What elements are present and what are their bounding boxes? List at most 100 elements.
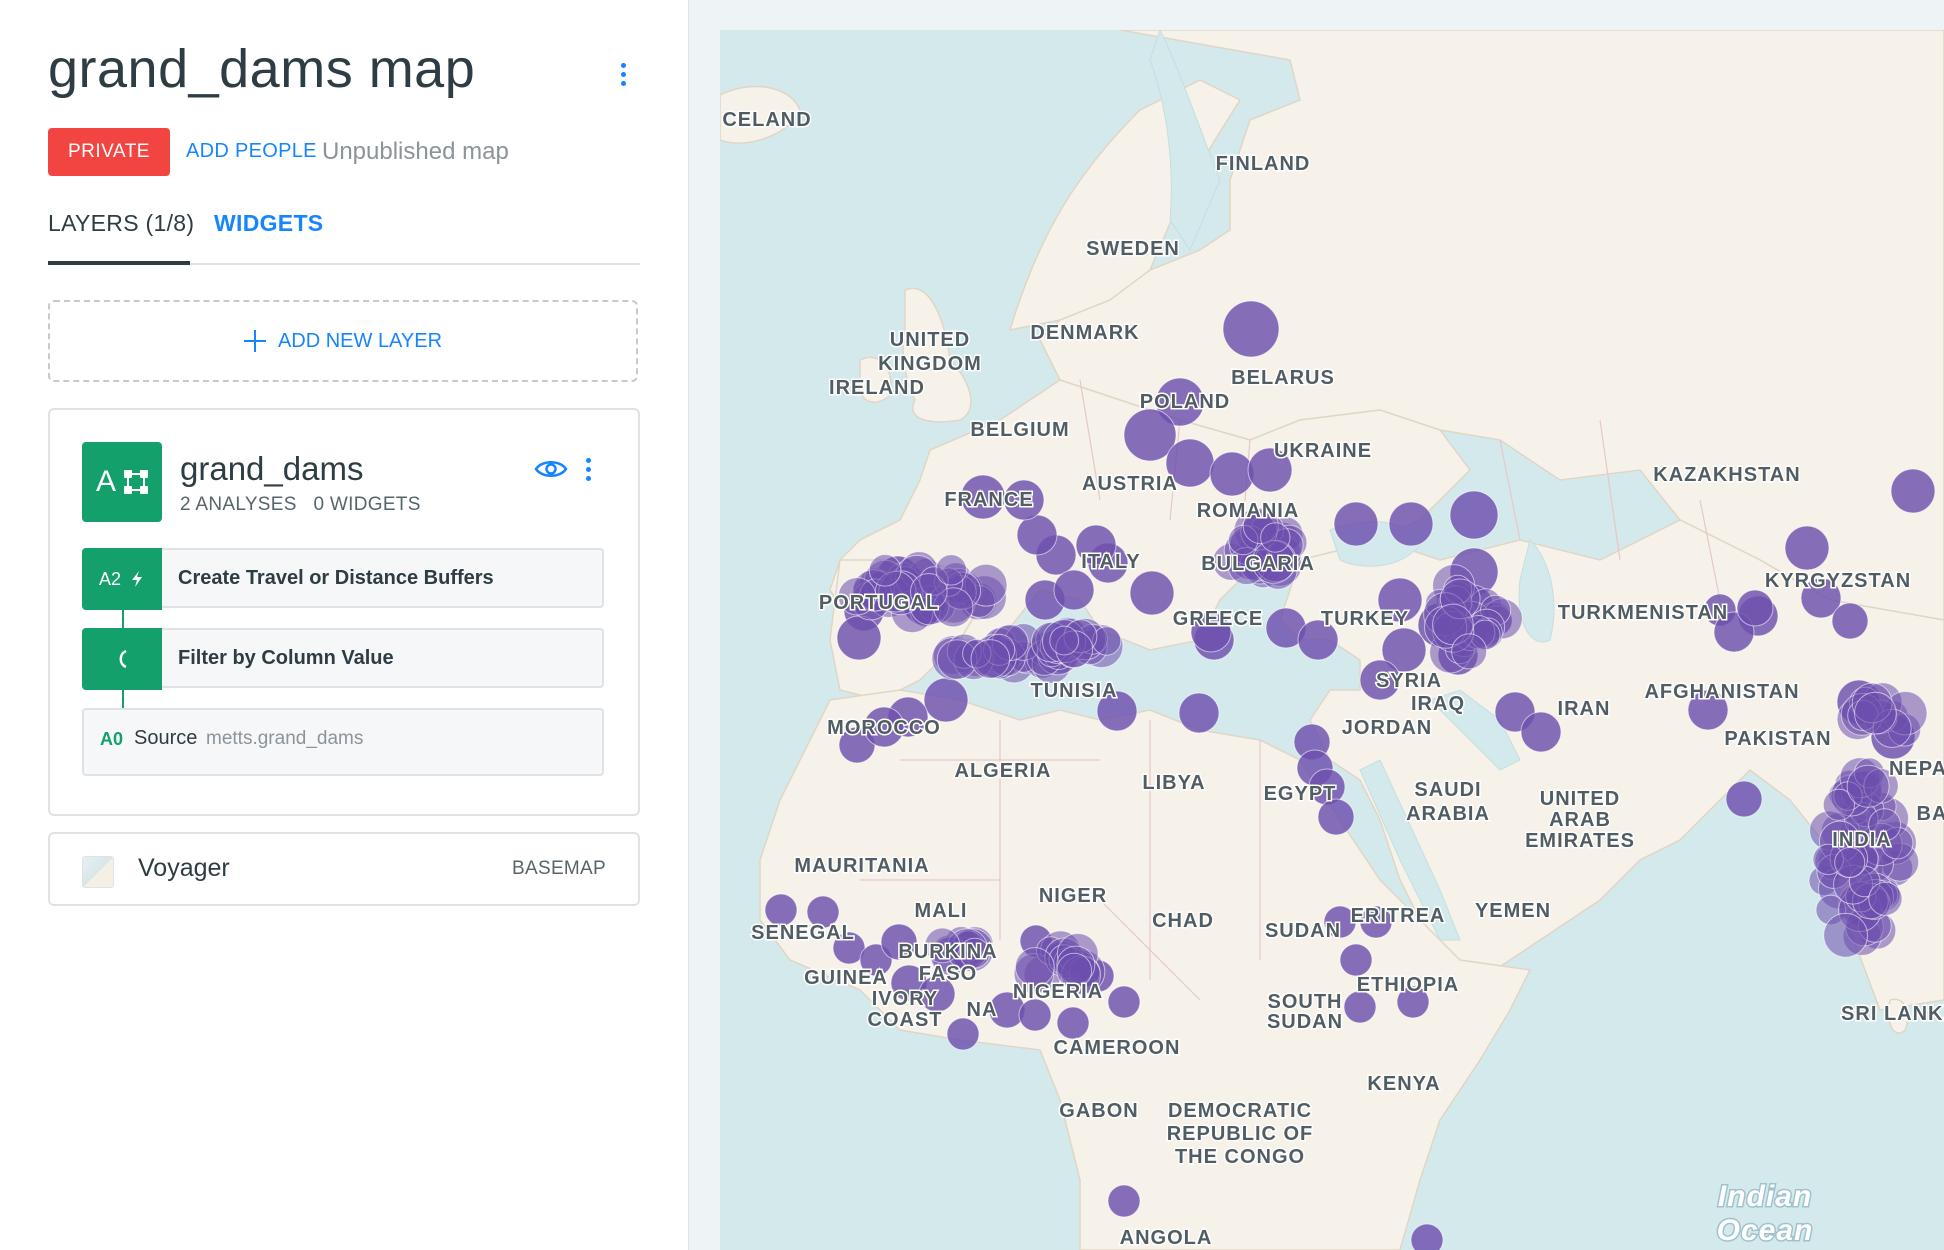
map-label-ireland: IRELAND: [829, 377, 925, 399]
map-label-kyrgyzstan: KYRGYZSTAN: [1765, 570, 1911, 592]
add-new-layer-button[interactable]: ADD NEW LAYER: [48, 300, 638, 382]
map-label-guinea: GUINEA: [804, 967, 888, 989]
layer-meta: 2 ANALYSES 0 WIDGETS: [180, 494, 421, 516]
map-label-kenya: KENYA: [1367, 1073, 1440, 1095]
basemap-type: BASEMAP: [512, 858, 606, 879]
map-label-libya: LIBYA: [1142, 772, 1205, 794]
tab-active-indicator: [48, 261, 190, 265]
map-options-icon[interactable]: [621, 63, 626, 86]
layer-widgets-count: 0 WIDGETS: [313, 494, 421, 515]
analysis-label: Create Travel or Distance Buffers: [178, 567, 494, 589]
map-label-sweden: SWEDEN: [1086, 238, 1180, 260]
dam-point[interactable]: [836, 615, 882, 661]
dam-point[interactable]: [1053, 569, 1095, 611]
dam-point[interactable]: [923, 677, 969, 723]
map-label-uae2: ARAB: [1549, 809, 1611, 831]
dam-point[interactable]: [1222, 300, 1280, 358]
dam-point[interactable]: [1260, 522, 1291, 553]
tab-widgets[interactable]: WIDGETS: [214, 210, 323, 237]
basemap-thumbnail: [82, 856, 114, 888]
dam-point[interactable]: [1129, 570, 1175, 616]
dam-point[interactable]: [1049, 625, 1080, 656]
dam-point[interactable]: [1016, 514, 1058, 556]
map-label-afghanistan: AFGHANISTAN: [1644, 681, 1799, 703]
dam-point[interactable]: [946, 1017, 980, 1051]
dam-point[interactable]: [1209, 451, 1255, 497]
map-label-ba: BA: [1917, 803, 1944, 825]
tab-layers[interactable]: LAYERS (1/8): [48, 210, 194, 237]
analysis-tag: [82, 628, 162, 690]
dam-point[interactable]: [1854, 691, 1897, 735]
layer-name[interactable]: grand_dams: [180, 450, 363, 488]
layer-options-icon[interactable]: [586, 458, 591, 481]
map-label-poland: POLAND: [1140, 391, 1230, 413]
map-label-saudi2: ARABIA: [1406, 803, 1490, 825]
dam-point[interactable]: [1784, 525, 1830, 571]
map-label-italy: ITALY: [1081, 551, 1140, 573]
publish-status: Unpublished map: [322, 138, 509, 165]
privacy-button[interactable]: PRIVATE: [48, 128, 170, 176]
map-label-turkey: TURKEY: [1321, 608, 1409, 630]
dam-point[interactable]: [1449, 490, 1499, 540]
map-canvas[interactable]: CELAND FINLAND SWEDEN DENMARK UNITED KINGDOM I…: [720, 30, 1944, 1250]
dam-point[interactable]: [1451, 633, 1488, 670]
map-label-tunisia: TUNISIA: [1031, 680, 1118, 702]
map-title[interactable]: grand_dams map: [48, 38, 475, 100]
layer-card[interactable]: A grand_dams 2 ANALYSES 0 WIDGETS A2 Cre…: [48, 408, 640, 816]
dam-point[interactable]: [1831, 602, 1869, 640]
map-label-turkmenistan: TURKMENISTAN: [1558, 602, 1729, 624]
dam-point[interactable]: [1333, 501, 1379, 547]
map-label-cameroon: CAMEROON: [1054, 1037, 1181, 1059]
dam-point[interactable]: [1339, 943, 1373, 977]
plus-icon: [243, 330, 266, 352]
map-label-iraq: IRAQ: [1411, 693, 1465, 715]
analysis-label: Filter by Column Value: [178, 647, 394, 669]
source-node[interactable]: A0 Source metts.grand_dams: [82, 708, 604, 776]
map-label-uk1: UNITED: [890, 329, 970, 351]
map-label-burkina1: BURKINA: [898, 941, 997, 963]
map-label-kazakhstan: KAZAKHSTAN: [1653, 464, 1800, 486]
map-label-jordan: JORDAN: [1342, 717, 1432, 739]
layer-analyses-count: 2 ANALYSES: [180, 494, 297, 515]
map-label-syria: SYRIA: [1376, 670, 1442, 692]
map-label-chad: CHAD: [1152, 910, 1214, 932]
dam-point[interactable]: [1520, 711, 1562, 753]
dam-point[interactable]: [1018, 998, 1052, 1032]
dam-point[interactable]: [1846, 764, 1890, 808]
dam-point[interactable]: [868, 554, 902, 587]
map-label-finland: FINLAND: [1216, 153, 1311, 175]
dam-point[interactable]: [970, 639, 1011, 679]
dam-point[interactable]: [1107, 1184, 1141, 1218]
map-label-mauritania: MAURITANIA: [794, 855, 929, 877]
lightning-icon: [132, 571, 143, 587]
dam-point[interactable]: [1725, 780, 1763, 818]
dam-point[interactable]: [1736, 589, 1774, 627]
map-label-eritrea: ERITREA: [1351, 905, 1446, 927]
basemap-row[interactable]: Voyager BASEMAP: [48, 832, 640, 906]
map-svg[interactable]: CELANDFINLANDSWEDENDENMARKUNITEDKINGDOMI…: [720, 30, 1944, 1250]
dam-point[interactable]: [1823, 912, 1868, 958]
dam-point[interactable]: [935, 554, 967, 586]
add-new-layer-label: ADD NEW LAYER: [277, 329, 443, 352]
map-label-niger: NIGER: [1039, 885, 1107, 907]
dam-point[interactable]: [1107, 985, 1141, 1019]
map-label-romania: ROMANIA: [1197, 500, 1300, 522]
map-label-ghana: NA: [967, 999, 998, 1021]
dam-point[interactable]: [1834, 847, 1866, 878]
add-people-link[interactable]: ADD PEOPLE: [186, 140, 317, 163]
dam-point[interactable]: [1178, 692, 1220, 734]
visibility-eye-icon[interactable]: [534, 458, 568, 480]
dam-point[interactable]: [1410, 1223, 1444, 1250]
map-label-srilanka: SRI LANKA: [1841, 1003, 1944, 1025]
filter-icon: [119, 649, 127, 669]
source-id: A0: [100, 729, 124, 749]
analysis-node-buffer[interactable]: A2 Create Travel or Distance Buffers: [82, 548, 604, 610]
dam-point[interactable]: [1890, 468, 1936, 514]
dam-point[interactable]: [1388, 501, 1434, 547]
map-label-nepal: NEPA: [1889, 758, 1944, 780]
editor-sidebar: grand_dams map PRIVATE ADD PEOPLE Unpubl…: [0, 0, 689, 1250]
dam-point[interactable]: [1868, 881, 1903, 916]
analysis-node-filter[interactable]: Filter by Column Value: [82, 628, 604, 690]
map-label-drc3: THE CONGO: [1175, 1146, 1305, 1168]
dam-point[interactable]: [1056, 1006, 1090, 1040]
